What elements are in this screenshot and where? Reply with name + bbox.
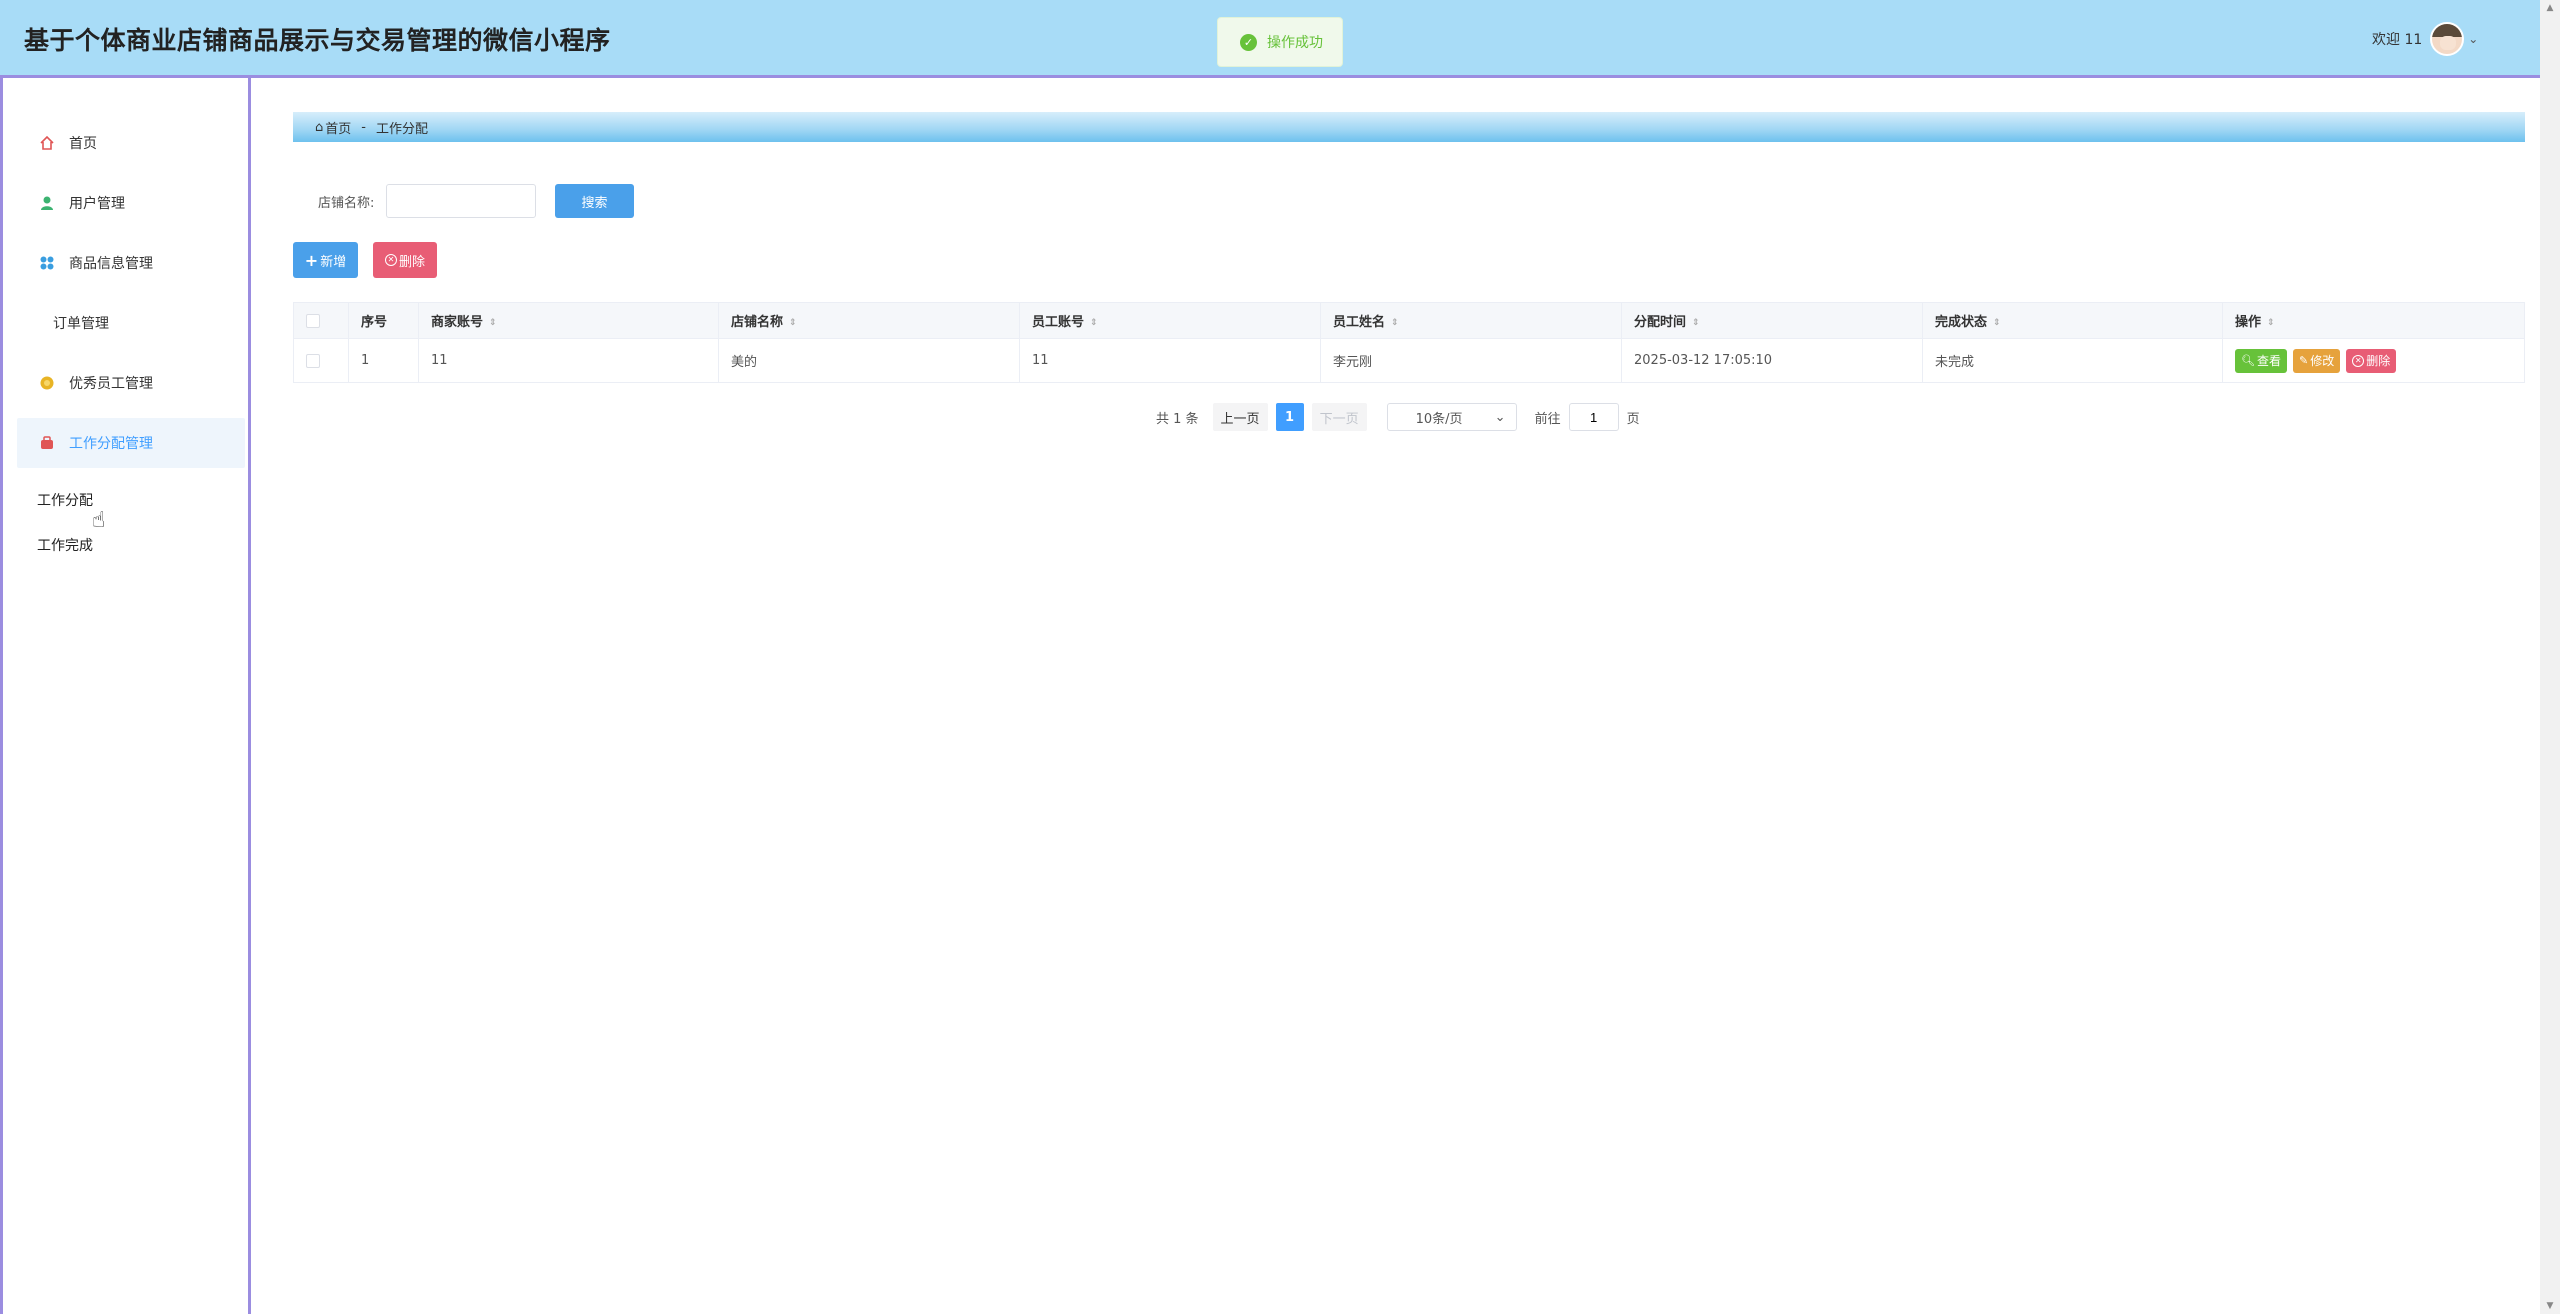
home-icon (39, 135, 55, 151)
success-toast: ✓ 操作成功 (1217, 17, 1343, 67)
cell-status: 未完成 (1922, 338, 2223, 383)
user-icon (39, 195, 55, 211)
toast-message: 操作成功 (1267, 35, 1323, 51)
col-status[interactable]: 完成状态 ⇕ (1922, 302, 2223, 339)
edit-button[interactable]: ✎ 修改 (2292, 348, 2341, 373)
sort-icon[interactable]: ⇕ (1391, 318, 1399, 327)
delete-button[interactable]: ✕ 删除 (2346, 348, 2397, 373)
sort-icon[interactable]: ⇕ (1090, 318, 1098, 327)
welcome-text: 欢迎 11 (2372, 32, 2423, 48)
user-menu[interactable]: 欢迎 11 ⌄ (2372, 22, 2478, 56)
col-employee-account[interactable]: 员工账号 ⇕ (1019, 302, 1321, 339)
scroll-down-arrow-icon[interactable]: ▼ (2540, 1298, 2560, 1314)
page-unit-label: 页 (1626, 411, 1640, 427)
sort-icon[interactable]: ⇕ (1692, 318, 1700, 327)
col-merchant-account[interactable]: 商家账号 ⇕ (418, 302, 719, 339)
cell-merchant-account: 11 (418, 338, 719, 383)
sidebar-item-label: 订单管理 (53, 316, 109, 332)
scroll-up-arrow-icon[interactable]: ▲ (2540, 0, 2560, 16)
sort-icon[interactable]: ⇕ (489, 318, 497, 327)
sidebar-item-work-assign[interactable]: 工作分配管理 (17, 418, 245, 468)
close-circle-icon: ✕ (384, 254, 397, 266)
delete-button-label: 删除 (2366, 354, 2391, 368)
briefcase-icon (39, 435, 55, 451)
edit-button-label: 修改 (2310, 354, 2335, 368)
cell-employee-name: 李元刚 (1320, 338, 1622, 383)
add-button-label: 新增 (320, 254, 347, 270)
plus-icon: + (304, 250, 319, 270)
sort-icon[interactable]: ⇕ (789, 318, 797, 327)
app-title: 基于个体商业店铺商品展示与交易管理的微信小程序 (24, 26, 611, 55)
next-page-button[interactable]: 下一页 (1311, 403, 1367, 431)
col-employee-name[interactable]: 员工姓名 ⇕ (1320, 302, 1622, 339)
table-header-row: 序号 商家账号 ⇕ 店铺名称 ⇕ 员工账号 ⇕ 员工姓名 ⇕ 分配时间 ⇕ 完成状态 ⇕ 操… (293, 302, 2525, 339)
cell-index: 1 (348, 338, 419, 383)
col-shop-name[interactable]: 店铺名称 ⇕ (718, 302, 1020, 339)
cell-employee-account: 11 (1019, 338, 1321, 383)
col-assign-time[interactable]: 分配时间 ⇕ (1621, 302, 1923, 339)
sidebar-item-label: 首页 (69, 136, 97, 152)
home-small-icon: ⌂ (315, 119, 324, 135)
row-select-cell (293, 338, 349, 383)
col-operations[interactable]: 操作 ⇕ (2222, 302, 2525, 339)
chevron-down-icon[interactable]: ⌄ (2468, 32, 2478, 46)
medal-icon (39, 375, 55, 391)
avatar-face (2440, 36, 2457, 50)
hand-pointer-cursor-icon: ☝ (92, 508, 106, 533)
page-jump-input[interactable] (1568, 403, 1619, 431)
breadcrumb-home[interactable]: 首页 (325, 118, 351, 137)
sidebar-item-users[interactable]: 用户管理 (17, 178, 245, 228)
check-circle-icon: ✓ (1240, 33, 1257, 51)
close-circle-icon: ✕ (2352, 354, 2365, 367)
chevron-down-icon: ⌄ (1494, 409, 1506, 425)
sidebar: 首页 用户管理 商品信息管理 订单管理 优秀员工管理 工作分配管理 工作分配 工… (0, 78, 251, 1314)
cell-operations: 🔍︎ 查看 ✎ 修改 ✕ 删除 (2222, 338, 2525, 383)
sidebar-item-label: 商品信息管理 (69, 256, 153, 272)
table-row: 1 11 美的 11 李元刚 2025-03-12 17:05:10 未完成 🔍… (293, 338, 2525, 383)
page-number-button[interactable]: 1 (1275, 403, 1304, 431)
add-button[interactable]: + 新增 (293, 242, 358, 278)
sidebar-item-products[interactable]: 商品信息管理 (17, 238, 245, 288)
sort-icon[interactable]: ⇕ (2267, 318, 2275, 327)
prev-page-button[interactable]: 上一页 (1212, 403, 1268, 431)
page-size-value: 10条/页 (1415, 411, 1463, 427)
edit-icon: ✎ (2298, 354, 2309, 367)
sidebar-item-employees[interactable]: 优秀员工管理 (17, 358, 245, 408)
grid-icon (39, 255, 55, 271)
sidebar-item-label: 优秀员工管理 (69, 376, 153, 392)
search-form: 店铺名称: (318, 184, 537, 218)
search-label: 店铺名称: (318, 195, 375, 211)
page-scrollbar[interactable]: ▲ ▼ (2540, 0, 2560, 1314)
bulk-delete-button[interactable]: ✕ 删除 (373, 242, 437, 278)
page-size-select[interactable]: 10条/页 ⌄ (1386, 403, 1517, 431)
col-index: 序号 (348, 302, 419, 339)
avatar[interactable] (2430, 22, 2465, 56)
row-checkbox[interactable] (306, 353, 320, 368)
cell-shop-name: 美的 (718, 338, 1020, 383)
goto-label: 前往 (1534, 411, 1561, 427)
submenu-item-work-assign[interactable]: 工作分配 (37, 490, 93, 510)
select-all-cell (293, 302, 349, 339)
pagination: 共 1 条 上一页 1 下一页 10条/页 ⌄ 前往 页 (1156, 403, 1640, 431)
sidebar-item-orders[interactable]: 订单管理 (17, 298, 245, 348)
pagination-total: 共 1 条 (1156, 411, 1199, 427)
sidebar-item-home[interactable]: 首页 (17, 118, 245, 168)
breadcrumb: ⌂ 首页 - 工作分配 (293, 112, 2525, 142)
view-button-label: 查看 (2256, 354, 2281, 368)
work-assignment-table: 序号 商家账号 ⇕ 店铺名称 ⇕ 员工账号 ⇕ 员工姓名 ⇕ 分配时间 ⇕ 完成状态 ⇕ 操… (293, 302, 2525, 383)
top-header: 基于个体商业店铺商品展示与交易管理的微信小程序 ✓ 操作成功 欢迎 11 ⌄ (0, 0, 2540, 78)
breadcrumb-separator: - (361, 119, 366, 135)
search-icon: 🔍︎ (2241, 354, 2255, 367)
search-button[interactable]: 搜索 (555, 184, 634, 218)
breadcrumb-current: 工作分配 (375, 121, 428, 137)
shop-name-search-input[interactable] (386, 184, 537, 218)
cell-assign-time: 2025-03-12 17:05:10 (1621, 338, 1923, 383)
view-button[interactable]: 🔍︎ 查看 (2235, 348, 2287, 373)
select-all-checkbox[interactable] (306, 313, 320, 328)
delete-button-label: 删除 (398, 254, 425, 270)
sort-icon[interactable]: ⇕ (1993, 318, 2001, 327)
sidebar-item-label: 用户管理 (69, 196, 125, 212)
submenu-item-work-complete[interactable]: 工作完成 (37, 535, 93, 555)
sidebar-item-label: 工作分配管理 (69, 436, 153, 452)
